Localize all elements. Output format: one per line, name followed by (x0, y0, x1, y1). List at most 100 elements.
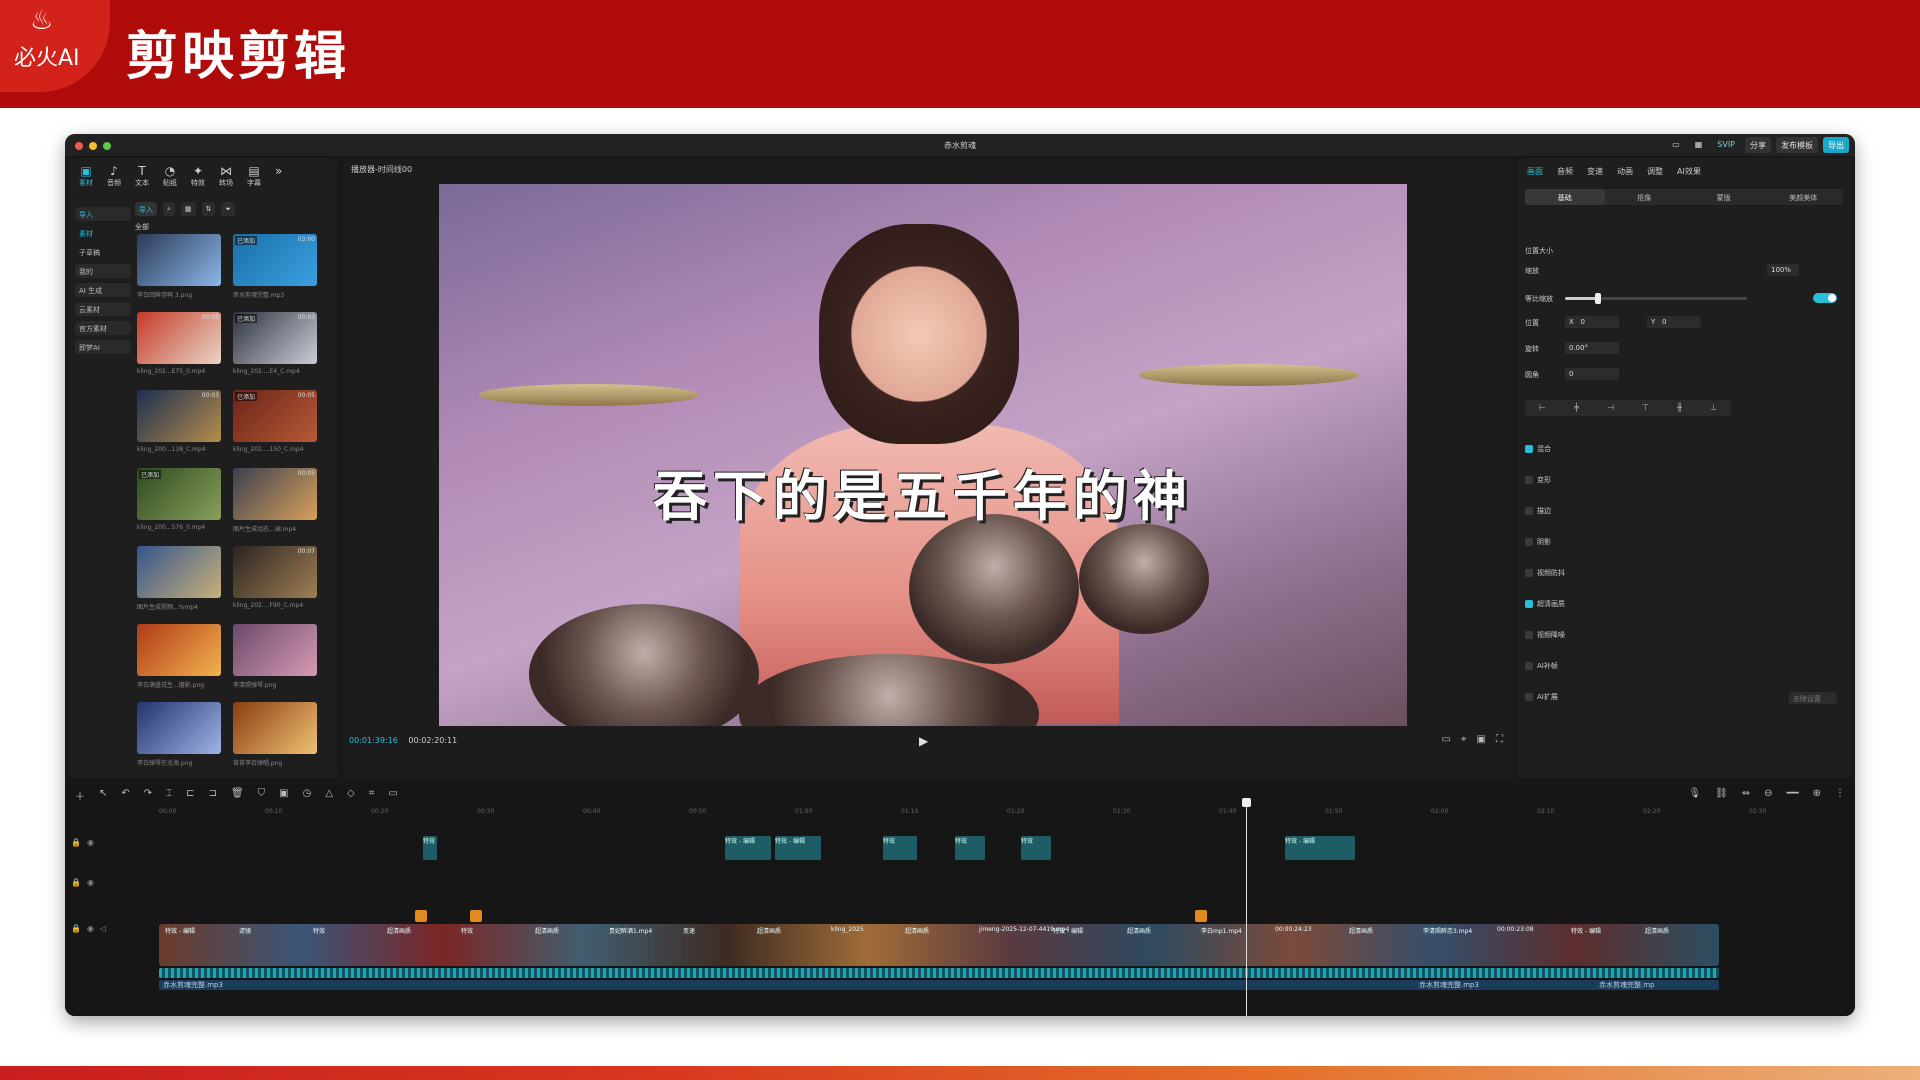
option-checkbox[interactable] (1525, 476, 1533, 484)
tab-sticker[interactable]: ◔ 贴纸 (163, 164, 177, 190)
delete-icon[interactable]: 🗑 (231, 788, 244, 800)
option-checkbox[interactable] (1525, 507, 1533, 515)
option-checkbox[interactable] (1525, 631, 1533, 639)
option-checkbox[interactable] (1525, 693, 1533, 701)
properties-tab[interactable]: 变速 (1587, 166, 1603, 177)
option-checkbox[interactable] (1525, 538, 1533, 546)
search-icon[interactable]: ⌕ (163, 202, 175, 216)
redo-icon[interactable]: ↷ (144, 788, 152, 800)
zoom-in-icon[interactable]: ⊕ (1813, 788, 1821, 800)
media-thumbnail[interactable]: 李清照弹琴.png (233, 624, 317, 689)
tab-captions[interactable]: ▤ 字幕 (247, 164, 261, 190)
split-icon[interactable]: ⌶ (166, 788, 172, 800)
ratio-scale-toggle[interactable] (1813, 293, 1837, 303)
sidebar-item-official[interactable]: 官方素材 (75, 321, 131, 335)
effect-clip[interactable]: 特效 - 编辑 (1285, 836, 1355, 860)
option-checkbox[interactable] (1525, 445, 1533, 453)
position-x-field[interactable]: X 0 (1565, 316, 1619, 328)
option-row[interactable]: 变形 (1525, 475, 1551, 485)
lock-icon[interactable]: 🔒 (71, 878, 81, 887)
align-bottom-icon[interactable]: ⊥ (1710, 403, 1717, 416)
properties-subtab[interactable]: 抠像 (1605, 189, 1685, 205)
media-filter-all[interactable]: 全部 (135, 222, 335, 232)
link-icon[interactable]: ⛓ (1715, 788, 1728, 800)
properties-tab[interactable]: AI效果 (1677, 166, 1701, 177)
media-thumbnail[interactable]: 00:03 kling_200...138_C.mp4 (137, 390, 221, 453)
grid-view-icon[interactable]: ▦ (180, 202, 196, 216)
media-thumbnail[interactable]: 已添加 00:05 kling_202....150_C.mp4 (233, 390, 317, 453)
properties-tab[interactable]: 画面 (1527, 166, 1543, 177)
scale-slider-knob[interactable] (1594, 293, 1601, 304)
zoom-out-icon[interactable]: ⊖ (1764, 788, 1772, 800)
properties-subtab[interactable]: 美颜美体 (1764, 189, 1844, 205)
option-checkbox[interactable] (1525, 600, 1533, 608)
layout-icon[interactable]: ▭ (1667, 137, 1685, 153)
scale-value[interactable]: 100% (1767, 264, 1799, 276)
eye-icon[interactable]: ◉ (87, 838, 94, 847)
speaker-icon[interactable]: ◁ (100, 924, 106, 933)
add-track-icon[interactable]: ＋ (75, 788, 85, 803)
export-button[interactable]: 导出 (1823, 137, 1849, 153)
main-video-track[interactable]: 特效 - 编辑 滤镜 特效 超清画质 特效 超清画质 贵妃醉酒1.mp4 变速 超清画质 klin… (159, 924, 1719, 966)
eye-icon[interactable]: ◉ (87, 878, 94, 887)
share-button[interactable]: 分享 (1745, 137, 1771, 153)
speed-icon[interactable]: ◷ (303, 788, 312, 800)
rotate-icon[interactable]: ◇ (347, 788, 355, 800)
media-thumbnail[interactable]: 苔苔李白弹唱.png (233, 702, 317, 767)
more-tabs-chevron-icon[interactable]: » (275, 164, 282, 190)
option-row[interactable]: 混合 (1525, 444, 1551, 454)
sidebar-item-ai-generate[interactable]: AI 生成 (75, 283, 131, 297)
effect-clip[interactable]: 特效 (423, 836, 437, 860)
zoom-slider-icon[interactable]: ━━ (1787, 788, 1799, 800)
tab-text[interactable]: T 文本 (135, 164, 149, 190)
effect-clip[interactable]: 特效 - 编辑 (725, 836, 771, 860)
properties-tab[interactable]: 调整 (1647, 166, 1663, 177)
option-row[interactable]: AI扩展 (1525, 692, 1558, 702)
ratio-icon[interactable]: ▭ (1441, 734, 1450, 745)
crop-icon[interactable]: ⌗ (369, 788, 375, 800)
shield-icon[interactable]: ⛉ (258, 788, 266, 800)
panel-icon[interactable]: ▦ (1690, 137, 1708, 153)
effect-clip[interactable]: 特效 (883, 836, 917, 860)
corner-field[interactable]: 0 (1565, 368, 1619, 380)
option-row[interactable]: 阴影 (1525, 537, 1551, 547)
media-thumbnail[interactable]: 李白弹琴在北海.png (137, 702, 221, 767)
media-thumbnail[interactable]: 李白回眸侍鸭 3.png (137, 234, 221, 299)
sidebar-item-mine[interactable]: 我的 (75, 264, 131, 278)
scale-slider[interactable] (1565, 293, 1747, 304)
align-middle-icon[interactable]: ╫ (1677, 403, 1682, 416)
original-size-icon[interactable]: ▣ (1477, 734, 1486, 745)
resize-icon[interactable]: ▭ (388, 788, 397, 800)
tab-media[interactable]: ▣ 素材 (79, 164, 93, 190)
media-thumbnail[interactable]: 00:05 图片生成动态...澜.mp4 (233, 468, 317, 533)
option-row[interactable]: 视频防抖 (1525, 568, 1565, 578)
split-left-icon[interactable]: ⊏ (186, 788, 194, 800)
media-thumbnail[interactable]: 00:07 kling_202....F90_C.mp4 (233, 546, 317, 609)
effect-clip[interactable]: 特效 (955, 836, 985, 860)
tab-transition[interactable]: ⋈ 转场 (219, 164, 233, 190)
import-button[interactable]: 导入 (135, 202, 157, 216)
media-thumbnail[interactable]: 00:05 kling_202...E75_0.mp4 (137, 312, 221, 375)
more-icon[interactable]: ⋮ (1835, 788, 1845, 800)
effect-clip[interactable]: 特效 (1021, 836, 1051, 860)
freeze-icon[interactable]: ▣ (279, 788, 288, 800)
mirror-icon[interactable]: △ (325, 788, 333, 800)
split-right-icon[interactable]: ⊐ (209, 788, 217, 800)
playhead[interactable] (1242, 798, 1251, 1016)
audio-track[interactable]: 赤水剪魂完整.mp3 赤水剪魂完整.mp3 赤水剪魂完整.mp (159, 980, 1719, 990)
option-row[interactable]: 描边 (1525, 506, 1551, 516)
media-thumbnail[interactable]: 已添加 03:00 赤水剪魂完整.mp3 (233, 234, 317, 299)
tab-audio[interactable]: ♪ 音频 (107, 164, 121, 190)
sidebar-item-cloud[interactable]: 云素材 (75, 302, 131, 316)
properties-tab[interactable]: 动画 (1617, 166, 1633, 177)
snapshot-icon[interactable]: ⌖ (1461, 734, 1467, 745)
fullscreen-icon[interactable]: ⛶ (1496, 734, 1503, 745)
select-tool-icon[interactable]: ↖ (99, 788, 107, 800)
time-ruler[interactable]: 00:00 00:10 00:20 00:30 00:40 00:50 01:00 01:10… (159, 808, 1849, 818)
align-center-icon[interactable]: ╪ (1574, 403, 1579, 416)
keyframe-marker[interactable] (415, 910, 427, 922)
align-right-icon[interactable]: ⊣ (1607, 403, 1614, 416)
tab-effects[interactable]: ✦ 特效 (191, 164, 205, 190)
play-button[interactable]: ▶ (919, 734, 928, 748)
position-y-field[interactable]: Y 0 (1647, 316, 1701, 328)
